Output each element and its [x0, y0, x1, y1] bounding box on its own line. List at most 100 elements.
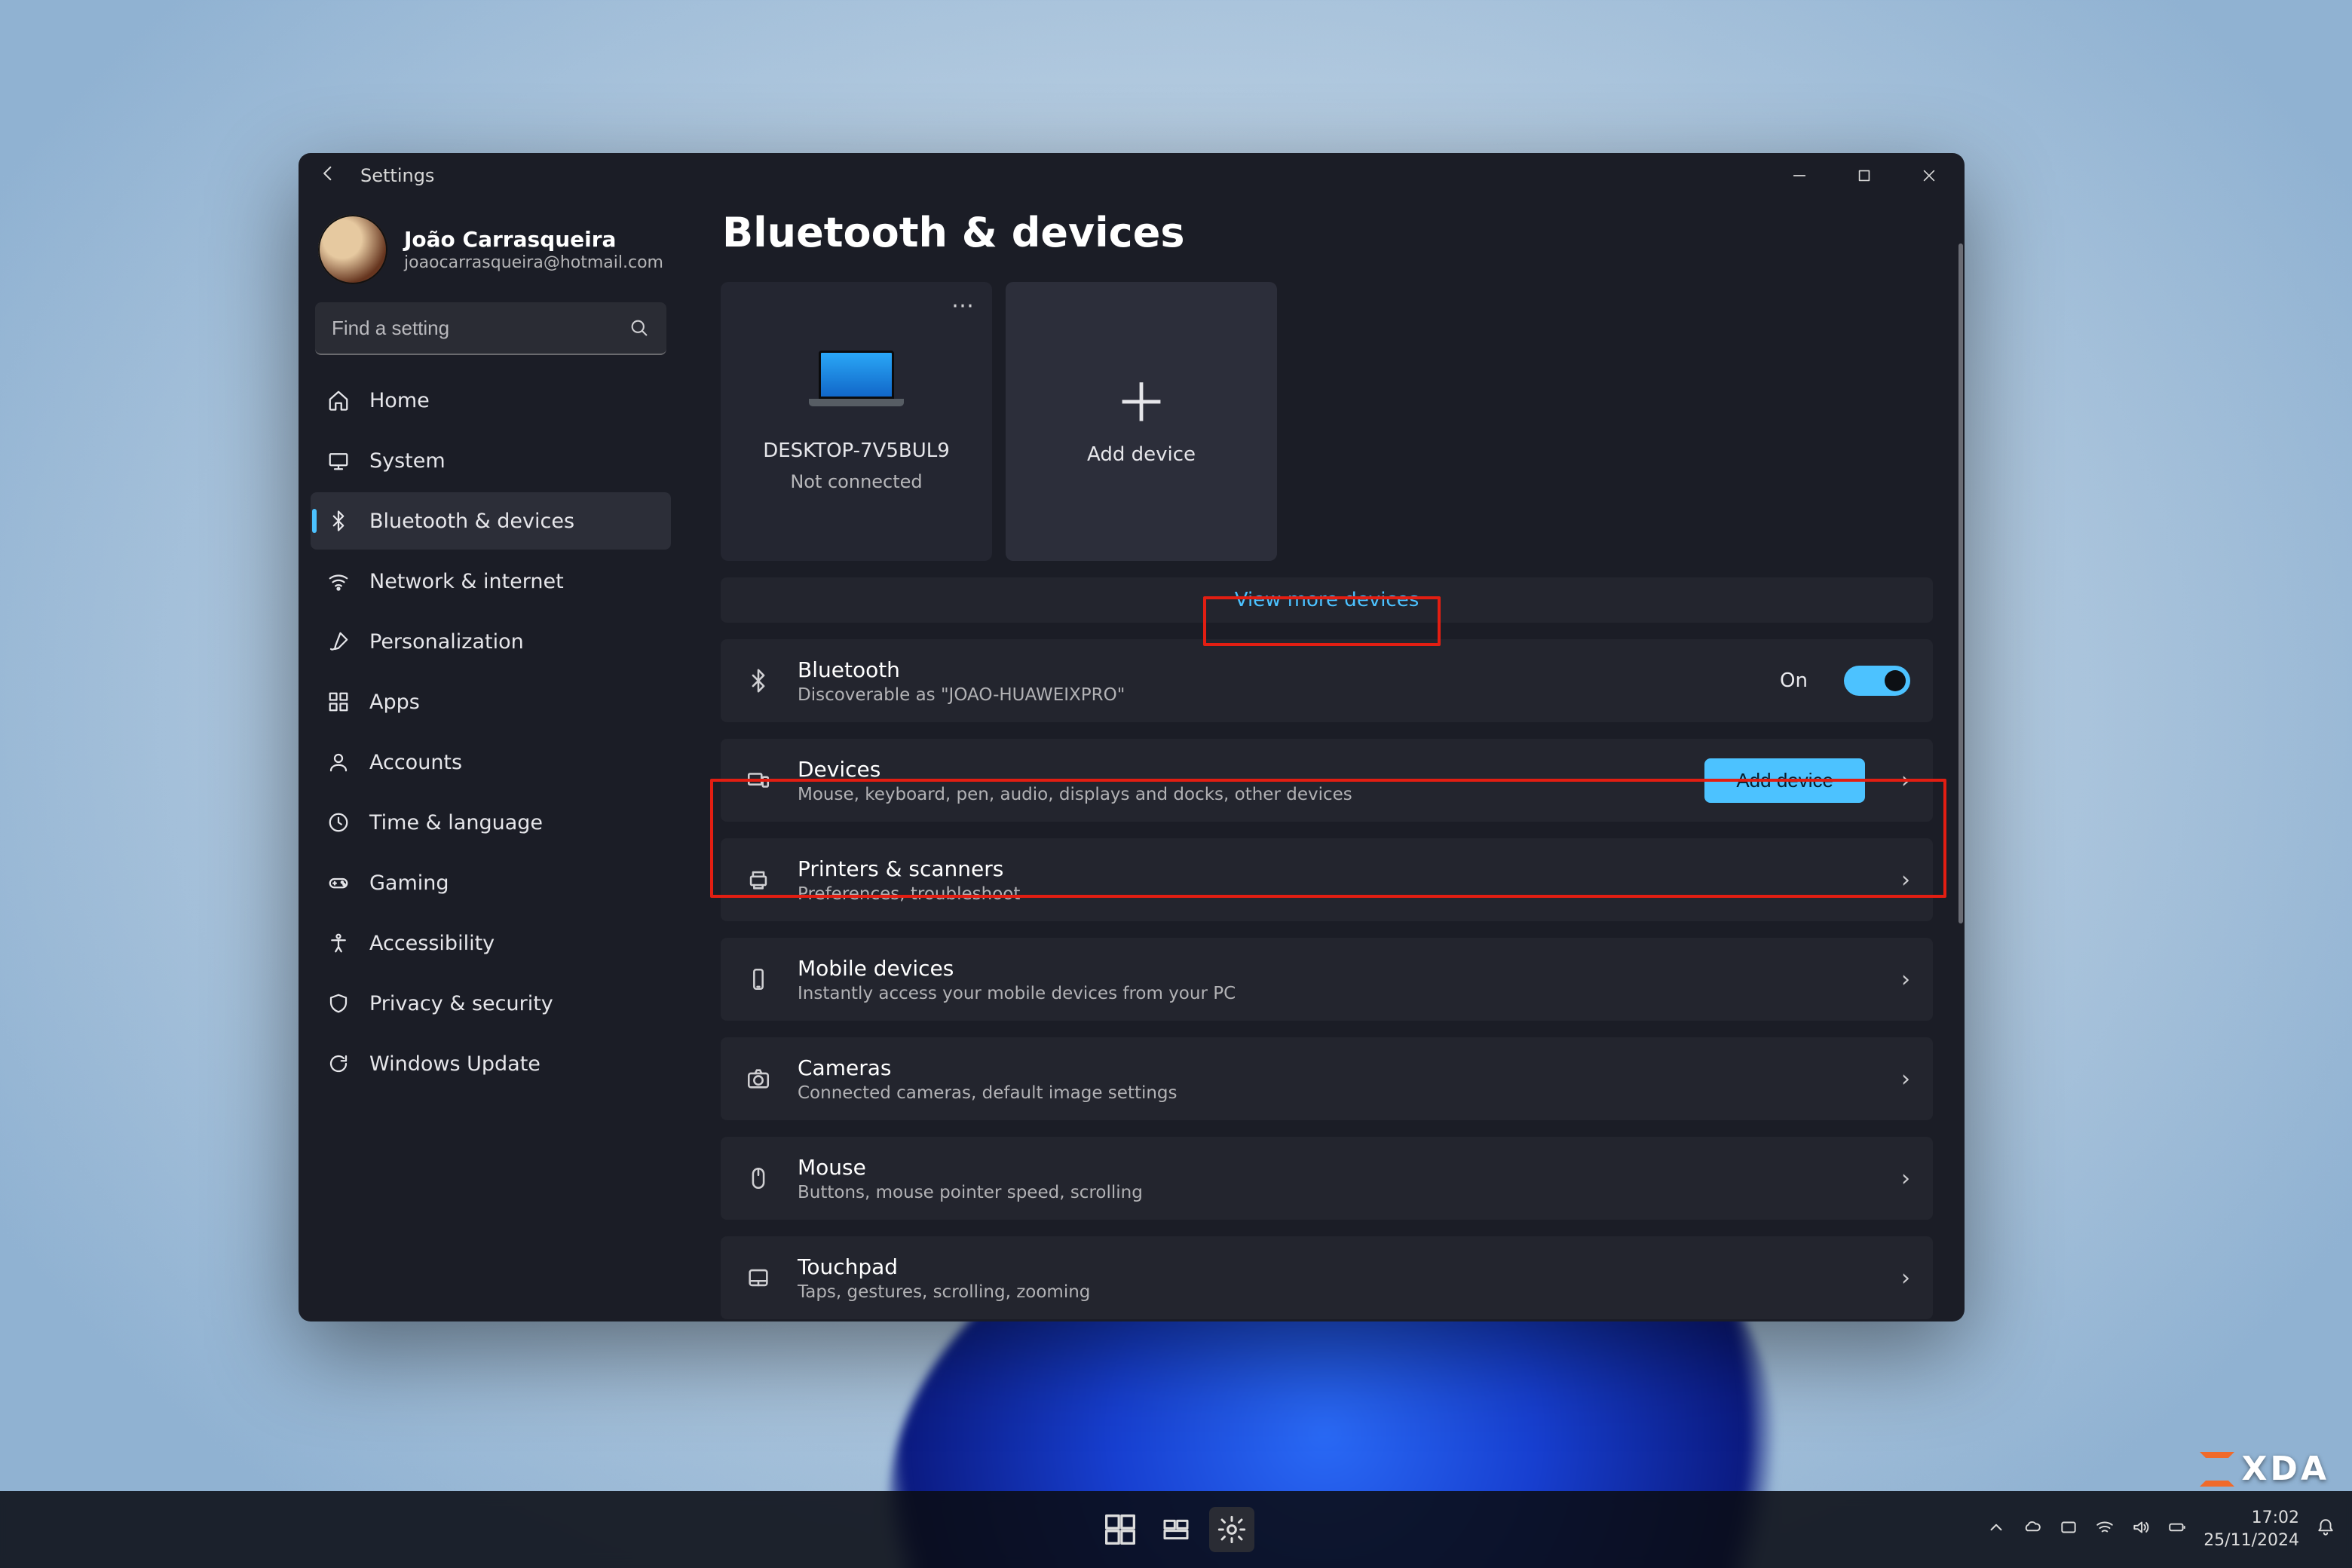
- plus-icon: ＋: [1115, 377, 1168, 430]
- sidebar-item-label: Bluetooth & devices: [369, 510, 574, 533]
- sidebar-item-label: Personalization: [369, 630, 524, 654]
- system-tray[interactable]: 17:02 25/11/2024: [1986, 1507, 2335, 1551]
- chevron-right-icon: ›: [1901, 1265, 1910, 1291]
- tray-datetime[interactable]: 17:02 25/11/2024: [2203, 1507, 2299, 1551]
- nav-list: Home System Bluetooth & devices Network …: [311, 372, 671, 1092]
- maximize-button[interactable]: [1832, 153, 1897, 198]
- back-button[interactable]: [318, 163, 353, 188]
- bluetooth-toggle[interactable]: [1844, 666, 1910, 696]
- main-content: Bluetooth & devices ⋯ DESKTOP-7V5BUL9 No…: [683, 198, 1965, 1321]
- profile-block[interactable]: João Carrasqueira joaocarrasqueira@hotma…: [311, 209, 671, 302]
- bluetooth-title: Bluetooth: [798, 657, 1757, 682]
- tray-graphics-icon[interactable]: [2059, 1517, 2078, 1542]
- bluetooth-icon: [326, 508, 351, 534]
- start-button[interactable]: [1098, 1507, 1143, 1552]
- sidebar-item-time-language[interactable]: Time & language: [311, 794, 671, 851]
- sidebar-item-bluetooth-devices[interactable]: Bluetooth & devices: [311, 492, 671, 550]
- profile-name: João Carrasqueira: [404, 227, 663, 252]
- tray-notifications-icon[interactable]: [2316, 1517, 2335, 1542]
- chevron-right-icon: ›: [1901, 1165, 1910, 1192]
- laptop-icon: [811, 351, 902, 418]
- titlebar: Settings: [299, 153, 1965, 198]
- row-devices[interactable]: Devices Mouse, keyboard, pen, audio, dis…: [721, 739, 1933, 822]
- tray-time: 17:02: [2203, 1507, 2299, 1530]
- row-mouse[interactable]: Mouse Buttons, mouse pointer speed, scro…: [721, 1137, 1933, 1220]
- xda-logo-icon: [2200, 1452, 2234, 1487]
- tray-battery-icon[interactable]: [2167, 1517, 2187, 1542]
- sidebar-item-gaming[interactable]: Gaming: [311, 854, 671, 911]
- sidebar-item-network[interactable]: Network & internet: [311, 553, 671, 610]
- minimize-button[interactable]: [1767, 153, 1832, 198]
- chevron-right-icon: ›: [1901, 1066, 1910, 1092]
- view-more-label: View more devices: [1235, 589, 1419, 611]
- row-subtitle: Preferences, troubleshoot: [798, 884, 1879, 904]
- shield-icon: [326, 991, 351, 1016]
- view-more-devices-link[interactable]: View more devices: [721, 577, 1933, 623]
- tray-chevron-up-icon[interactable]: [1986, 1517, 2006, 1542]
- sidebar-item-windows-update[interactable]: Windows Update: [311, 1035, 671, 1092]
- bluetooth-icon: [742, 668, 775, 694]
- tray-wifi-icon[interactable]: [2095, 1517, 2115, 1542]
- row-touchpad[interactable]: Touchpad Taps, gestures, scrolling, zoom…: [721, 1236, 1933, 1319]
- xda-watermark: XDA: [2200, 1450, 2330, 1488]
- accessibility-icon: [326, 930, 351, 956]
- add-device-button[interactable]: Add device: [1704, 758, 1865, 803]
- system-icon: [326, 448, 351, 473]
- vertical-scrollbar[interactable]: [1957, 243, 1965, 1306]
- touchpad-icon: [742, 1265, 775, 1291]
- search-icon: [629, 317, 650, 341]
- sidebar-item-apps[interactable]: Apps: [311, 673, 671, 730]
- device-card-this-pc[interactable]: ⋯ DESKTOP-7V5BUL9 Not connected: [721, 282, 992, 561]
- sidebar-item-accessibility[interactable]: Accessibility: [311, 914, 671, 972]
- search-input[interactable]: [315, 302, 666, 355]
- sidebar-item-label: Apps: [369, 691, 420, 714]
- row-subtitle: Mouse, keyboard, pen, audio, displays an…: [798, 785, 1682, 804]
- phone-icon: [742, 966, 775, 992]
- sidebar-item-personalization[interactable]: Personalization: [311, 613, 671, 670]
- sidebar-item-label: Accounts: [369, 751, 462, 774]
- update-icon: [326, 1051, 351, 1076]
- close-button[interactable]: [1897, 153, 1962, 198]
- row-mobile-devices[interactable]: Mobile devices Instantly access your mob…: [721, 938, 1933, 1021]
- sidebar-item-label: Privacy & security: [369, 992, 553, 1015]
- home-icon: [326, 387, 351, 413]
- row-printers-scanners[interactable]: Printers & scanners Preferences, trouble…: [721, 838, 1933, 921]
- sidebar-item-privacy-security[interactable]: Privacy & security: [311, 975, 671, 1032]
- mouse-icon: [742, 1165, 775, 1191]
- sidebar-item-label: Network & internet: [369, 570, 564, 593]
- sidebar-item-label: Accessibility: [369, 932, 495, 955]
- settings-window: Settings João Carrasqueira joaocarrasque…: [299, 153, 1965, 1321]
- clock-globe-icon: [326, 810, 351, 835]
- tray-volume-icon[interactable]: [2131, 1517, 2151, 1542]
- devices-icon: [742, 767, 775, 793]
- camera-icon: [742, 1066, 775, 1092]
- window-title: Settings: [360, 165, 434, 186]
- person-icon: [326, 749, 351, 775]
- taskbar-settings-app[interactable]: [1209, 1507, 1254, 1552]
- taskbar-taskview[interactable]: [1153, 1507, 1199, 1552]
- row-subtitle: Taps, gestures, scrolling, zooming: [798, 1282, 1879, 1302]
- row-cameras[interactable]: Cameras Connected cameras, default image…: [721, 1037, 1933, 1120]
- row-title: Mouse: [798, 1155, 1879, 1180]
- bluetooth-subtitle: Discoverable as "JOAO-HUAWEIXPRO": [798, 685, 1757, 705]
- sidebar-item-accounts[interactable]: Accounts: [311, 733, 671, 791]
- sidebar-item-home[interactable]: Home: [311, 372, 671, 429]
- row-title: Devices: [798, 757, 1682, 782]
- wifi-icon: [326, 568, 351, 594]
- taskbar: 17:02 25/11/2024: [0, 1491, 2352, 1568]
- page-title: Bluetooth & devices: [722, 209, 1933, 256]
- sidebar-item-system[interactable]: System: [311, 432, 671, 489]
- row-subtitle: Instantly access your mobile devices fro…: [798, 984, 1879, 1003]
- more-icon[interactable]: ⋯: [951, 292, 975, 319]
- chevron-right-icon: ›: [1901, 767, 1910, 794]
- row-title: Cameras: [798, 1055, 1879, 1080]
- row-title: Mobile devices: [798, 956, 1879, 981]
- add-device-card[interactable]: ＋ Add device: [1006, 282, 1277, 561]
- add-device-card-label: Add device: [1087, 443, 1196, 466]
- row-title: Printers & scanners: [798, 856, 1879, 881]
- sidebar-item-label: Time & language: [369, 811, 543, 835]
- sidebar-item-label: Gaming: [369, 871, 449, 895]
- apps-icon: [326, 689, 351, 715]
- printer-icon: [742, 867, 775, 893]
- tray-onedrive-icon[interactable]: [2023, 1517, 2042, 1542]
